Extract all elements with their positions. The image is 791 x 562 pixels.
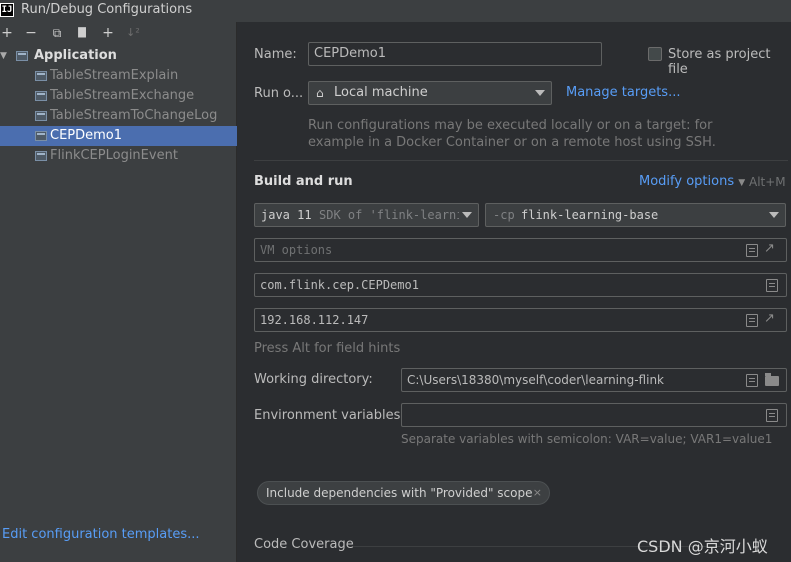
modify-options-link[interactable]: Modify options ▼ <box>639 174 745 189</box>
tree-group-application[interactable]: ▼ Application <box>0 46 237 66</box>
save-icon[interactable]: ▇ <box>75 26 89 40</box>
tree-item-label: FlinkCEPLoginEvent <box>50 148 178 163</box>
provided-scope-chip[interactable]: Include dependencies with "Provided" sco… <box>257 481 550 505</box>
name-field[interactable]: CEPDemo1 <box>308 42 602 66</box>
tree-item-label: TableStreamExplain <box>50 68 179 83</box>
add-icon[interactable]: + <box>0 26 14 40</box>
chevron-down-icon <box>535 90 545 96</box>
classpath-flag: -cp <box>493 208 515 222</box>
store-as-project-label: Store as project file <box>668 47 771 77</box>
copy-icon[interactable]: ⧉ <box>50 26 64 40</box>
main-class-field[interactable]: com.flink.cep.CEPDemo1 <box>254 273 787 297</box>
application-config-icon <box>35 131 47 141</box>
build-and-run-title: Build and run <box>254 174 353 189</box>
sort-icon[interactable]: ↓² <box>126 26 140 40</box>
classpath-module-value: flink-learning-base <box>521 208 659 222</box>
application-icon <box>16 51 28 61</box>
classpath-module-select[interactable]: -cp flink-learning-base <box>485 203 786 227</box>
tree-item-tablestreamtochangelog[interactable]: TableStreamToChangeLog <box>0 106 237 126</box>
main-class-value: com.flink.cep.CEPDemo1 <box>260 278 419 292</box>
program-arguments-value: 192.168.112.147 <box>260 313 369 327</box>
name-value: CEPDemo1 <box>314 46 387 61</box>
tree-group-label: Application <box>34 48 117 63</box>
document-icon[interactable] <box>746 374 758 387</box>
tree-item-cepdemo1[interactable]: CEPDemo1 <box>0 126 237 146</box>
jdk-value: java 11 <box>261 208 312 222</box>
vm-options-placeholder: VM options <box>260 243 333 257</box>
run-on-hint-line1: Run configurations may be executed local… <box>308 118 713 133</box>
run-on-value: Local machine <box>334 85 428 100</box>
vm-options-field[interactable]: VM options ↗ <box>254 238 787 262</box>
application-config-icon <box>35 71 47 81</box>
tree-item-tablestreamexplain[interactable]: TableStreamExplain <box>0 66 237 86</box>
jdk-select[interactable]: java 11 SDK of 'flink-learni <box>254 203 479 227</box>
chevron-down-icon <box>462 212 472 218</box>
chevron-down-icon <box>769 212 779 218</box>
expand-icon[interactable]: ↗ <box>764 242 778 256</box>
modify-options-label: Modify options <box>639 174 735 189</box>
run-on-label: Run o... <box>254 86 304 101</box>
window-title: Run/Debug Configurations <box>21 2 193 17</box>
environment-variables-field[interactable] <box>401 403 787 427</box>
application-config-icon <box>35 151 47 161</box>
jdk-hint: SDK of 'flink-learni <box>319 208 459 222</box>
working-directory-label: Working directory: <box>254 372 373 387</box>
manage-targets-link[interactable]: Manage targets... <box>566 85 680 100</box>
provided-scope-label: Include dependencies with "Provided" sco… <box>266 486 533 500</box>
field-hints-text: Press Alt for field hints <box>254 341 401 356</box>
working-directory-value: C:\Users\18380\myself\coder\learning-fli… <box>407 373 665 387</box>
modify-options-shortcut: Alt+M <box>749 175 786 189</box>
divider <box>254 160 788 161</box>
expand-icon[interactable]: ↗ <box>764 312 778 326</box>
intellij-logo-icon: IJ <box>0 3 14 17</box>
name-label: Name: <box>254 47 297 62</box>
tree-item-label: TableStreamExchange <box>50 88 195 103</box>
run-on-hint-line2: example in a Docker Container or on a re… <box>308 135 716 150</box>
tree-item-tablestreamexchange[interactable]: TableStreamExchange <box>0 86 237 106</box>
document-icon[interactable] <box>746 244 758 257</box>
tree-item-label: TableStreamToChangeLog <box>50 108 218 123</box>
document-icon[interactable] <box>766 409 778 422</box>
tree-item-flinkceploginevent[interactable]: FlinkCEPLoginEvent <box>0 146 237 166</box>
environment-variables-hint: Separate variables with semicolon: VAR=v… <box>401 432 773 446</box>
folder-icon[interactable] <box>765 373 779 386</box>
environment-variables-label: Environment variables: <box>254 408 405 423</box>
close-icon[interactable]: × <box>533 486 542 499</box>
chevron-down-icon: ▼ <box>738 178 746 188</box>
configuration-form: Name: CEPDemo1 Store as project file Run… <box>238 22 791 562</box>
watermark: CSDN @京河小蚁 <box>637 537 768 556</box>
working-directory-field[interactable]: C:\Users\18380\myself\coder\learning-fli… <box>401 368 787 392</box>
application-config-icon <box>35 111 47 121</box>
run-on-select[interactable]: ⌂ Local machine <box>308 81 552 105</box>
new-folder-icon[interactable]: + <box>101 26 115 40</box>
code-coverage-section[interactable]: Code Coverage <box>254 537 354 552</box>
edit-templates-link[interactable]: Edit configuration templates... <box>2 527 200 542</box>
configurations-sidebar: + − ⧉ ▇ + ↓² ▼ Application TableStreamEx… <box>0 22 237 562</box>
program-arguments-field[interactable]: 192.168.112.147 ↗ <box>254 308 787 332</box>
application-config-icon <box>35 91 47 101</box>
tree-item-label: CEPDemo1 <box>50 128 123 143</box>
document-icon[interactable] <box>746 314 758 327</box>
remove-icon[interactable]: − <box>24 26 38 40</box>
title-bar: IJ Run/Debug Configurations <box>0 0 791 22</box>
configuration-tree: ▼ Application TableStreamExplain TableSt… <box>0 46 237 166</box>
document-icon[interactable] <box>766 279 778 292</box>
chevron-down-icon[interactable]: ▼ <box>0 46 10 66</box>
store-as-project-checkbox[interactable] <box>648 47 662 61</box>
home-icon: ⌂ <box>316 86 324 100</box>
